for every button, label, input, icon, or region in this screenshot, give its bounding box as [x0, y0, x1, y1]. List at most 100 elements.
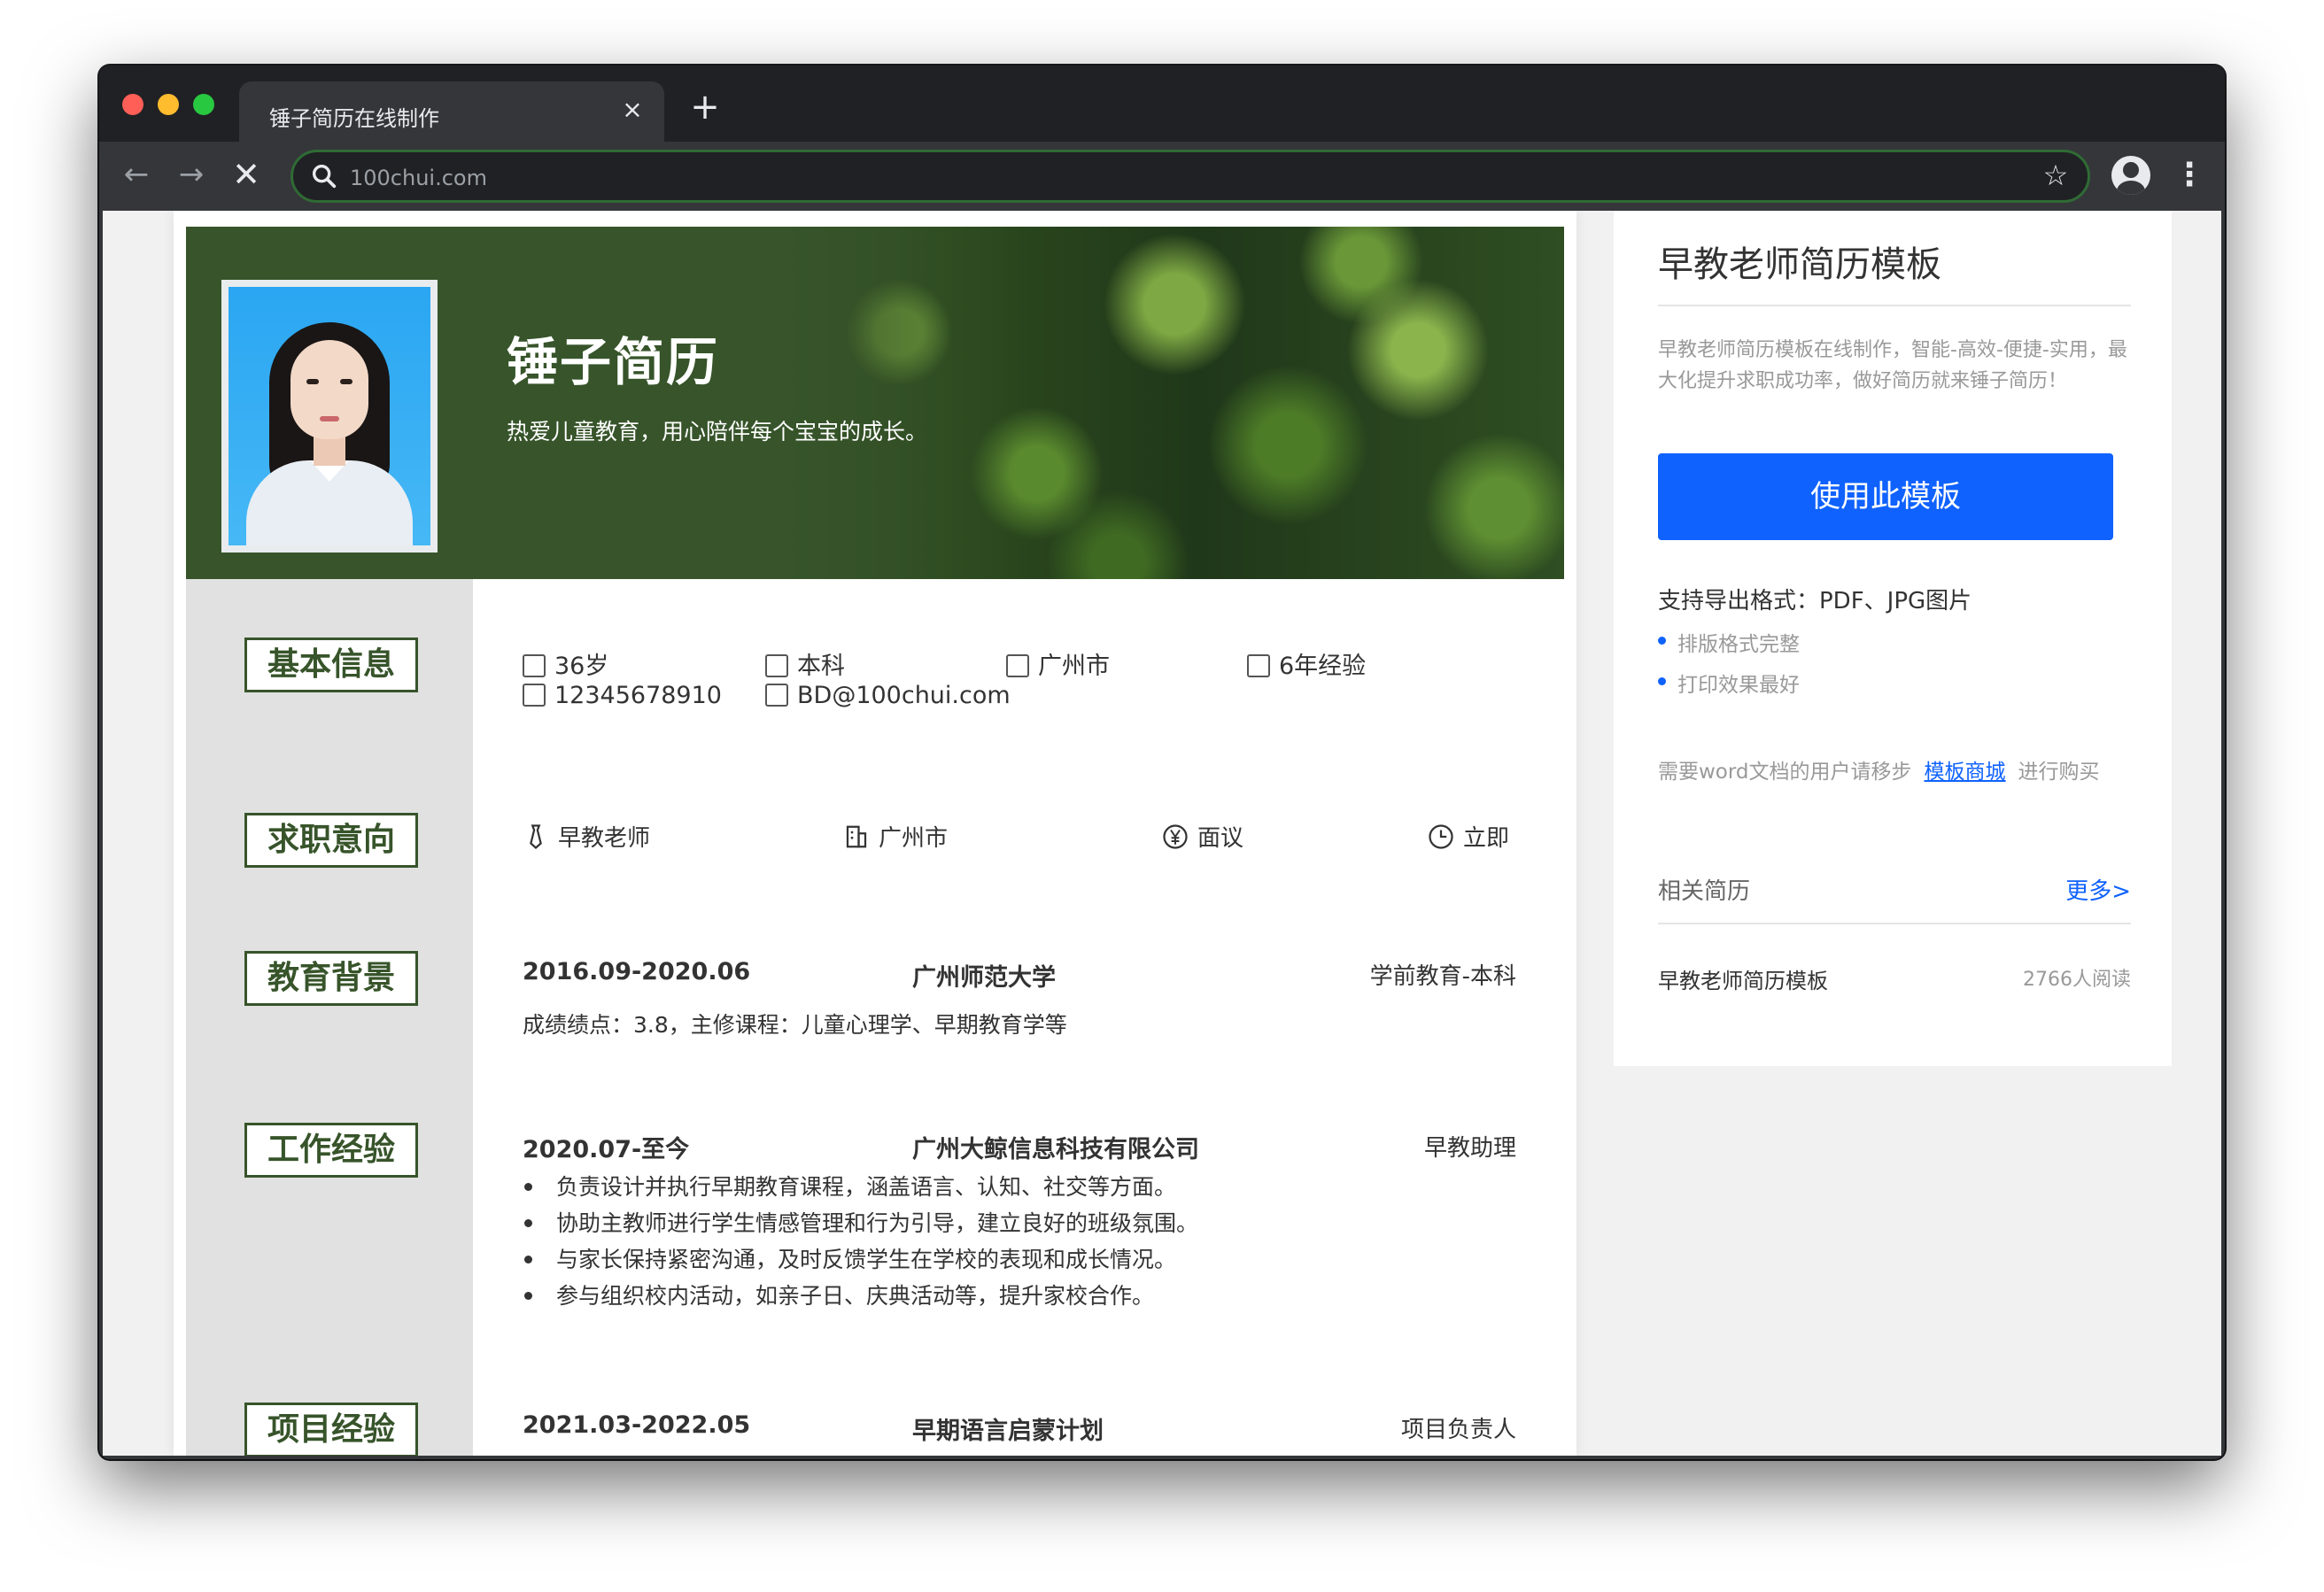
education-date: 2016.09-2020.06 — [523, 958, 751, 985]
title-bar: 锤子简历在线制作 × + — [99, 66, 2225, 142]
clock-icon — [1429, 823, 1453, 849]
intent-availability-text: 立即 — [1463, 825, 1510, 852]
panel-description: 早教老师简历模板在线制作，智能-高效-便捷-实用，最大化提升求职成功率，做好简历… — [1658, 339, 2127, 392]
back-arrow-icon[interactable]: ← — [115, 154, 158, 197]
stop-loading-icon[interactable]: ✕ — [225, 154, 267, 197]
related-more-link[interactable]: 更多> — [2065, 873, 2131, 906]
photo-content — [229, 287, 430, 545]
graduation-cap-icon — [765, 653, 788, 677]
list-item: 负责设计并执行早期教育课程，涵盖语言、认知、社交等方面。 — [523, 1169, 1198, 1205]
project-date: 2021.03-2022.05 — [523, 1411, 751, 1439]
clipboard-icon — [1247, 653, 1270, 677]
tab-title: 锤子简历在线制作 — [269, 106, 439, 131]
calendar-icon — [523, 653, 546, 677]
related-resumes-title: 相关简历 — [1658, 878, 1751, 905]
intent-salary: 面议 — [1162, 820, 1243, 853]
resume-header-banner: 锤子简历 热爱儿童教育，用心陪伴每个宝宝的成长。 — [186, 227, 1564, 579]
url-text[interactable]: 100chui.com — [350, 166, 487, 190]
search-icon — [312, 164, 337, 189]
resume-motto: 热爱儿童教育，用心陪伴每个宝宝的成长。 — [507, 419, 928, 444]
photo-eye-right — [340, 379, 352, 384]
phone-icon — [523, 683, 546, 707]
word-note-prefix: 需要word文档的用户请移步 — [1658, 761, 1912, 784]
resume-main-content: 36岁 本科 广州市 6年经验 12345678910 BD@100chui.c… — [473, 579, 1564, 1456]
forward-arrow-icon[interactable]: → — [170, 154, 213, 197]
info-phone-text: 12345678910 — [554, 682, 722, 709]
address-bar[interactable]: 100chui.com ☆ — [290, 150, 2090, 203]
education-detail: 成绩绩点：3.8，主修课程：儿童心理学、早期教育学等 — [523, 1012, 1067, 1038]
section-label-education: 教育背景 — [244, 951, 418, 1006]
education-school: 广州师范大学 — [912, 964, 1056, 992]
profile-photo — [221, 280, 438, 553]
project-name: 早期语言启蒙计划 — [912, 1418, 1104, 1445]
education-major: 学前教育-本科 — [1369, 963, 1516, 990]
intent-city-text: 广州市 — [879, 825, 949, 852]
info-experience: 6年经验 — [1247, 646, 1366, 681]
section-label-job-intent: 求职意向 — [244, 813, 418, 868]
related-item-link[interactable]: 早教老师简历模板 — [1658, 963, 1828, 994]
work-role: 早教助理 — [1423, 1135, 1516, 1162]
email-icon — [765, 683, 788, 707]
profile-avatar-icon[interactable] — [2111, 156, 2150, 195]
page-viewport: 锤子简历 热爱儿童教育，用心陪伴每个宝宝的成长。 基本信息 求职意向 教育背景 … — [103, 211, 2221, 1456]
section-label-basic-info: 基本信息 — [244, 638, 418, 692]
info-email: BD@100chui.com — [765, 682, 1011, 709]
photo-eye-left — [306, 379, 319, 384]
browser-menu-icon[interactable]: ⋮ — [2173, 154, 2205, 198]
list-item: 与家长保持紧密沟通，及时反馈学生在学校的表现和成长情况。 — [523, 1241, 1198, 1278]
yuan-coin-icon — [1163, 823, 1188, 849]
minimize-window-button[interactable] — [158, 94, 179, 115]
word-note-suffix: 进行购买 — [2018, 761, 2100, 784]
use-template-button[interactable]: 使用此模板 — [1658, 453, 2113, 540]
info-age-text: 36岁 — [554, 653, 609, 680]
resume-sheet: 锤子简历 热爱儿童教育，用心陪伴每个宝宝的成长。 基本信息 求职意向 教育背景 … — [174, 211, 1576, 1456]
info-city: 广州市 — [1006, 646, 1110, 681]
info-city-text: 广州市 — [1038, 653, 1110, 680]
divider — [1658, 923, 2131, 924]
building-icon — [1006, 653, 1029, 677]
intent-city: 广州市 — [843, 820, 948, 853]
tie-icon — [530, 823, 542, 849]
close-window-button[interactable] — [122, 94, 143, 115]
browser-toolbar: ← → ✕ 100chui.com ☆ ⋮ — [99, 142, 2225, 211]
intent-position: 早教老师 — [523, 820, 650, 853]
info-phone: 12345678910 — [523, 682, 722, 709]
template-mall-link[interactable]: 模板商城 — [1925, 761, 2006, 784]
info-degree-text: 本科 — [797, 653, 845, 680]
project-role: 项目负责人 — [1400, 1417, 1516, 1443]
banner-gradient — [753, 227, 1019, 579]
word-doc-note: 需要word文档的用户请移步 模板商城 进行购买 — [1658, 754, 2100, 784]
feature-item: 排版格式完整 — [1658, 627, 1800, 657]
intent-availability: 立即 — [1428, 820, 1509, 853]
list-item: 参与组织校内活动，如亲子日、庆典活动等，提升家校合作。 — [523, 1278, 1198, 1314]
resume-name: 锤子简历 — [507, 332, 720, 392]
template-info-panel: 早教老师简历模板 早教老师简历模板在线制作，智能-高效-便捷-实用，最大化提升求… — [1614, 211, 2172, 1066]
section-label-column: 基本信息 求职意向 教育背景 工作经验 项目经验 — [186, 579, 473, 1456]
work-duties-list: 负责设计并执行早期教育课程，涵盖语言、认知、社交等方面。 协助主教师进行学生情感… — [523, 1169, 1198, 1314]
info-email-text: BD@100chui.com — [797, 682, 1011, 709]
photo-mouth — [320, 416, 339, 421]
list-item: 协助主教师进行学生情感管理和行为引导，建立良好的班级氛围。 — [523, 1205, 1198, 1241]
intent-position-text: 早教老师 — [558, 825, 651, 852]
export-format-label: 支持导出格式：PDF、JPG图片 — [1658, 588, 1972, 614]
info-experience-text: 6年经验 — [1279, 653, 1367, 680]
new-tab-button[interactable]: + — [684, 87, 726, 129]
section-label-project: 项目经验 — [244, 1403, 418, 1456]
maximize-window-button[interactable] — [193, 94, 214, 115]
browser-tab[interactable]: 锤子简历在线制作 × — [239, 81, 664, 142]
tab-close-icon[interactable]: × — [616, 94, 648, 126]
browser-window: 锤子简历在线制作 × + ← → ✕ 100chui.com ☆ ⋮ 锤子简历 … — [99, 66, 2225, 1459]
related-item-reads: 2766人阅读 — [2023, 969, 2131, 991]
photo-face — [290, 340, 368, 439]
section-label-work: 工作经验 — [244, 1123, 418, 1178]
info-age: 36岁 — [523, 646, 608, 681]
info-degree: 本科 — [765, 646, 845, 681]
divider — [1658, 305, 2131, 306]
feature-item: 打印效果最好 — [1658, 668, 1800, 698]
office-building-icon — [846, 825, 867, 847]
work-company: 广州大鲸信息科技有限公司 — [912, 1136, 1199, 1163]
bookmark-star-icon[interactable]: ☆ — [2040, 159, 2072, 191]
intent-salary-text: 面议 — [1197, 825, 1244, 852]
work-date: 2020.07-至今 — [523, 1136, 690, 1163]
panel-title: 早教老师简历模板 — [1658, 244, 1941, 285]
